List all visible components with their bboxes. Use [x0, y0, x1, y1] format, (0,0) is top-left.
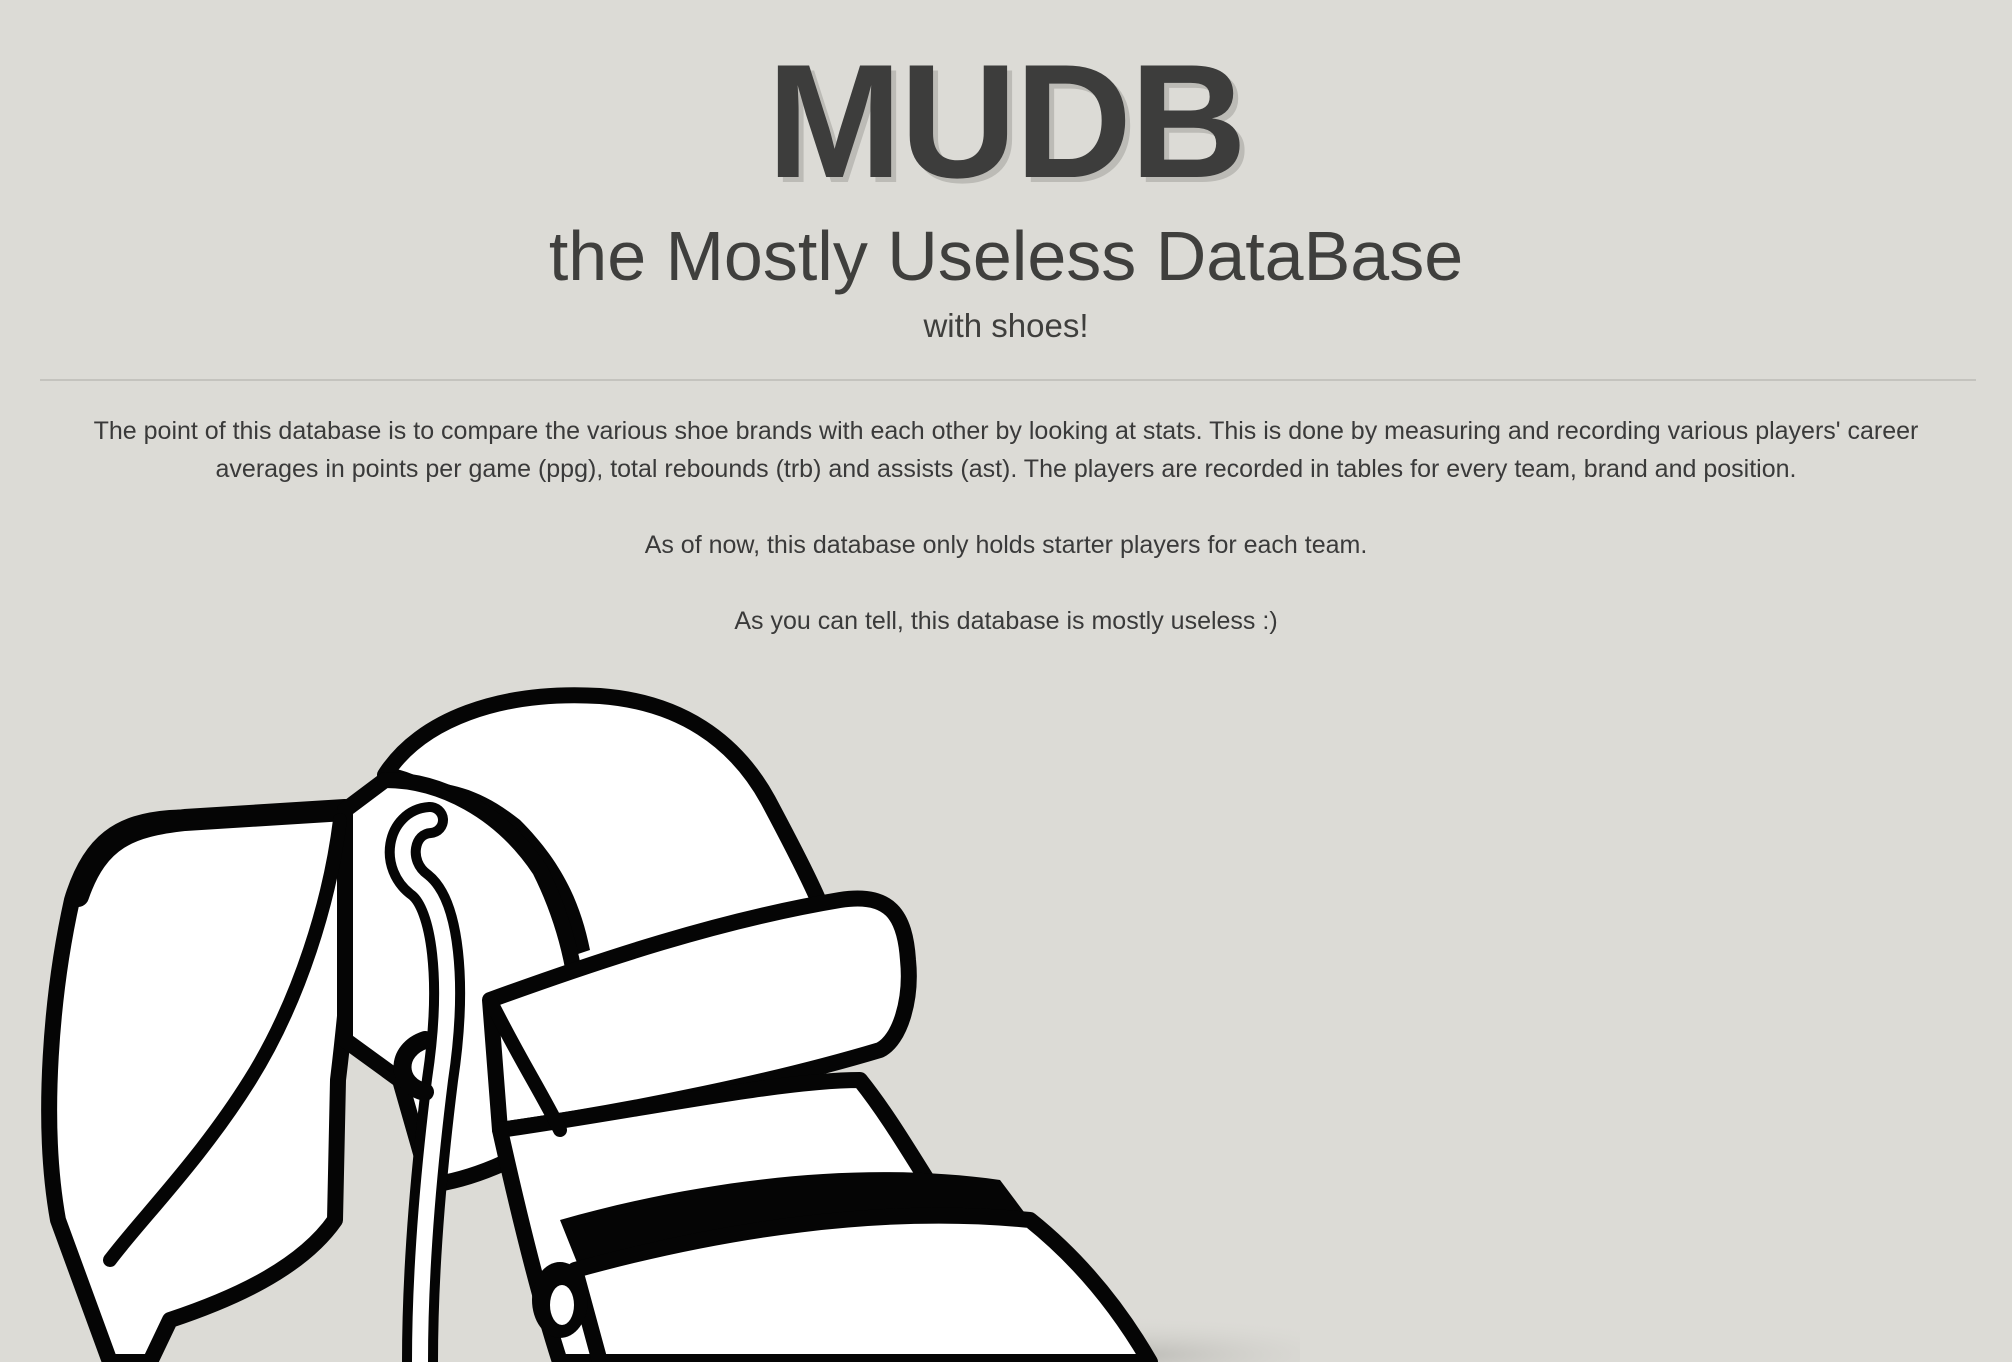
- shoe-heel-panel: [41, 802, 361, 1362]
- intro-paragraph-scope: As of now, this database only holds star…: [644, 531, 1368, 559]
- shoe-eyelet-inner: [550, 1285, 574, 1325]
- site-title: MUDB: [767, 31, 1247, 212]
- page: MUDB the Mostly Useless DataBase with sh…: [0, 0, 2012, 1362]
- header-divider: [40, 379, 1976, 381]
- site-tagline: with shoes!: [923, 307, 1089, 344]
- sneaker-illustration-icon: [0, 660, 1300, 1362]
- site-subtitle: the Mostly Useless DataBase: [548, 217, 1464, 295]
- intro-paragraph-purpose: The point of this database is to compare…: [93, 417, 1919, 483]
- intro-paragraph-joke: As you can tell, this database is mostly…: [734, 607, 1278, 635]
- intro-section: The point of this database is to compare…: [60, 412, 1952, 678]
